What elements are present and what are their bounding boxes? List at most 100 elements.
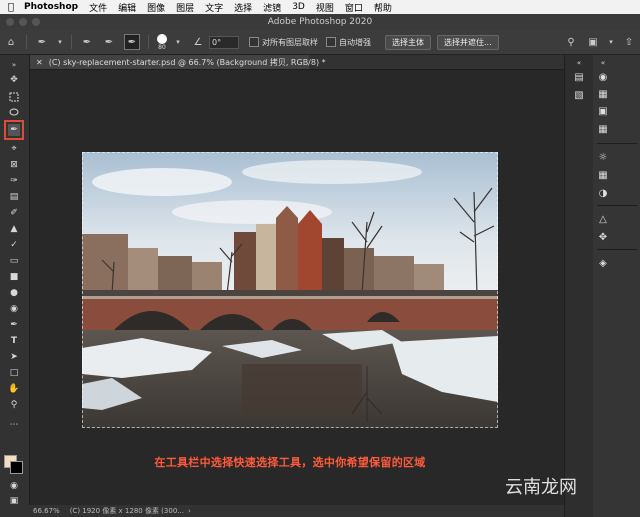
status-bar: 66.67% (C) 1920 像素 x 1280 像素 (300... ›	[0, 505, 564, 517]
panel-dock: « ▤ ▧	[564, 55, 594, 517]
panels-column: « ◉ ▦ ▣ ▦ ☼ ▦ ◑ △ ✥ ◈	[593, 55, 640, 517]
zoom-level[interactable]: 66.67%	[33, 507, 60, 515]
angle-input[interactable]: 0°	[209, 35, 239, 49]
zoom-tool-icon[interactable]: ⚲	[8, 399, 20, 411]
type-tool-icon[interactable]: T	[8, 335, 20, 347]
document-tab[interactable]: ✕ (C) sky-replacement-starter.psd @ 66.7…	[30, 55, 326, 69]
divider	[597, 249, 637, 250]
canvas-image[interactable]	[82, 152, 498, 428]
pen-tool-icon[interactable]: ✒	[8, 319, 20, 331]
brush-tool-icon[interactable]: ✐	[8, 207, 20, 219]
healing-brush-tool-icon[interactable]: ▤	[8, 191, 20, 203]
paths-icon[interactable]: ✥	[597, 231, 609, 243]
add-to-selection-icon[interactable]: ✒	[102, 35, 116, 49]
checkbox-box[interactable]	[326, 37, 336, 47]
menu-layer[interactable]: 图层	[176, 1, 194, 14]
menu-image[interactable]: 图像	[147, 1, 165, 14]
chevron-down-icon[interactable]: ▾	[57, 35, 63, 49]
window-titlebar: Adobe Photoshop 2020	[0, 14, 640, 30]
edit-toolbar-icon[interactable]: ⋯	[8, 419, 20, 431]
auto-enhance-label: 自动增强	[339, 37, 371, 47]
menu-help[interactable]: 帮助	[374, 1, 392, 14]
adjustments-icon[interactable]: ☼	[597, 151, 609, 163]
lasso-tool-icon[interactable]	[8, 107, 20, 119]
background-color-swatch[interactable]	[10, 461, 23, 474]
menu-file[interactable]: 文件	[89, 1, 107, 14]
chevron-down-icon[interactable]: ▾	[608, 35, 614, 49]
collapse-icon[interactable]: »	[8, 59, 20, 71]
libraries-icon[interactable]: ▦	[597, 169, 609, 181]
divider	[71, 35, 72, 49]
chevron-down-icon[interactable]: ▾	[175, 35, 181, 49]
angle-icon: ∠	[193, 36, 203, 48]
properties-icon[interactable]: ▧	[573, 89, 585, 101]
divider	[148, 35, 149, 49]
divider	[597, 205, 637, 206]
apple-icon[interactable]: 	[8, 2, 14, 13]
quick-mask-icon[interactable]: ◉	[8, 480, 20, 492]
quick-selection-preset-icon[interactable]: ✒	[35, 35, 49, 49]
history-icon[interactable]: ▤	[573, 71, 585, 83]
select-and-mask-button[interactable]: 选择并遮住...	[437, 34, 499, 50]
watermark: 云南龙网	[505, 477, 577, 498]
window-title: Adobe Photoshop 2020	[267, 17, 373, 27]
move-tool-icon[interactable]: ✥	[8, 74, 20, 86]
collapse-icon[interactable]: «	[573, 57, 585, 69]
menu-3d[interactable]: 3D	[292, 2, 305, 12]
new-selection-icon[interactable]: ✒	[80, 35, 94, 49]
gradient-tool-icon[interactable]: ■	[8, 271, 20, 283]
menu-view[interactable]: 视图	[316, 1, 334, 14]
marquee-tool-icon[interactable]	[8, 91, 20, 103]
dodge-tool-icon[interactable]: ◉	[8, 303, 20, 315]
frame-tool-icon[interactable]: ⊠	[8, 159, 20, 171]
auto-enhance-checkbox[interactable]: 自动增强	[326, 37, 371, 48]
share-icon[interactable]: ⇧	[622, 35, 636, 49]
history-brush-tool-icon[interactable]: ✓	[8, 239, 20, 251]
path-selection-tool-icon[interactable]: ➤	[8, 351, 20, 363]
collapse-icon[interactable]: «	[597, 57, 609, 69]
gradients-icon[interactable]: ▣	[597, 105, 609, 117]
menu-filter[interactable]: 滤镜	[263, 1, 281, 14]
clone-stamp-tool-icon[interactable]: ▲	[8, 223, 20, 235]
menu-select[interactable]: 选择	[234, 1, 252, 14]
divider	[597, 143, 637, 144]
rectangle-tool-icon[interactable]: □	[8, 367, 20, 379]
options-bar: ⌂ ✒ ▾ ✒ ✒ ✒ 80 ▾ ∠ 0° 对所有图层取样 自动增强 选择主体 …	[0, 30, 640, 55]
crop-tool-icon[interactable]: ⌖	[8, 143, 20, 155]
chevron-right-icon[interactable]: ›	[188, 507, 191, 515]
quick-selection-tool-icon[interactable]: ✒	[4, 120, 24, 140]
eraser-tool-icon[interactable]: ▭	[8, 255, 20, 267]
tools-panel: » ✥ ✒ ⌖ ⊠ ✑ ▤ ✐ ▲ ✓ ▭ ■ ● ◉ ✒ T ➤ □ ✋ ⚲ …	[0, 55, 30, 506]
blur-tool-icon[interactable]: ●	[8, 287, 20, 299]
hand-tool-icon[interactable]: ✋	[8, 383, 20, 395]
subtract-selection-icon[interactable]: ✒	[124, 34, 140, 50]
patterns-icon[interactable]: ▦	[597, 123, 609, 135]
swatches-icon[interactable]: ▦	[597, 88, 609, 100]
traffic-lights[interactable]	[6, 18, 40, 26]
document-info[interactable]: (C) 1920 像素 x 1280 像素 (300...	[70, 506, 184, 516]
select-subject-button[interactable]: 选择主体	[385, 34, 431, 50]
close-icon[interactable]: ✕	[36, 58, 43, 67]
sample-all-layers-label: 对所有图层取样	[262, 37, 318, 47]
menu-window[interactable]: 窗口	[345, 1, 363, 14]
checkbox-box[interactable]	[249, 37, 259, 47]
color-icon[interactable]: ◉	[597, 71, 609, 83]
styles-icon[interactable]: ◑	[597, 187, 609, 199]
home-icon[interactable]: ⌂	[4, 35, 18, 49]
channels-icon[interactable]: △	[597, 213, 609, 225]
eyedropper-tool-icon[interactable]: ✑	[8, 175, 20, 187]
search-icon[interactable]: ⚲	[564, 35, 578, 49]
brush-preview-icon	[157, 33, 167, 44]
document-tab-bar: ✕ (C) sky-replacement-starter.psd @ 66.7…	[30, 55, 564, 70]
workspace-icon[interactable]: ▣	[586, 35, 600, 49]
menu-bar:  Photoshop 文件 编辑 图像 图层 文字 选择 滤镜 3D 视图 窗…	[0, 0, 640, 14]
menu-type[interactable]: 文字	[205, 1, 223, 14]
document-tab-title: (C) sky-replacement-starter.psd @ 66.7% …	[48, 57, 326, 67]
layers-icon[interactable]: ◈	[597, 257, 609, 269]
brush-picker[interactable]: 80	[157, 33, 167, 51]
sample-all-layers-checkbox[interactable]: 对所有图层取样	[249, 37, 318, 48]
brush-size: 80	[158, 43, 166, 51]
menu-edit[interactable]: 编辑	[118, 1, 136, 14]
tutorial-caption: 在工具栏中选择快速选择工具，选中你希望保留的区域	[154, 456, 426, 469]
menu-app-name[interactable]: Photoshop	[24, 2, 78, 12]
